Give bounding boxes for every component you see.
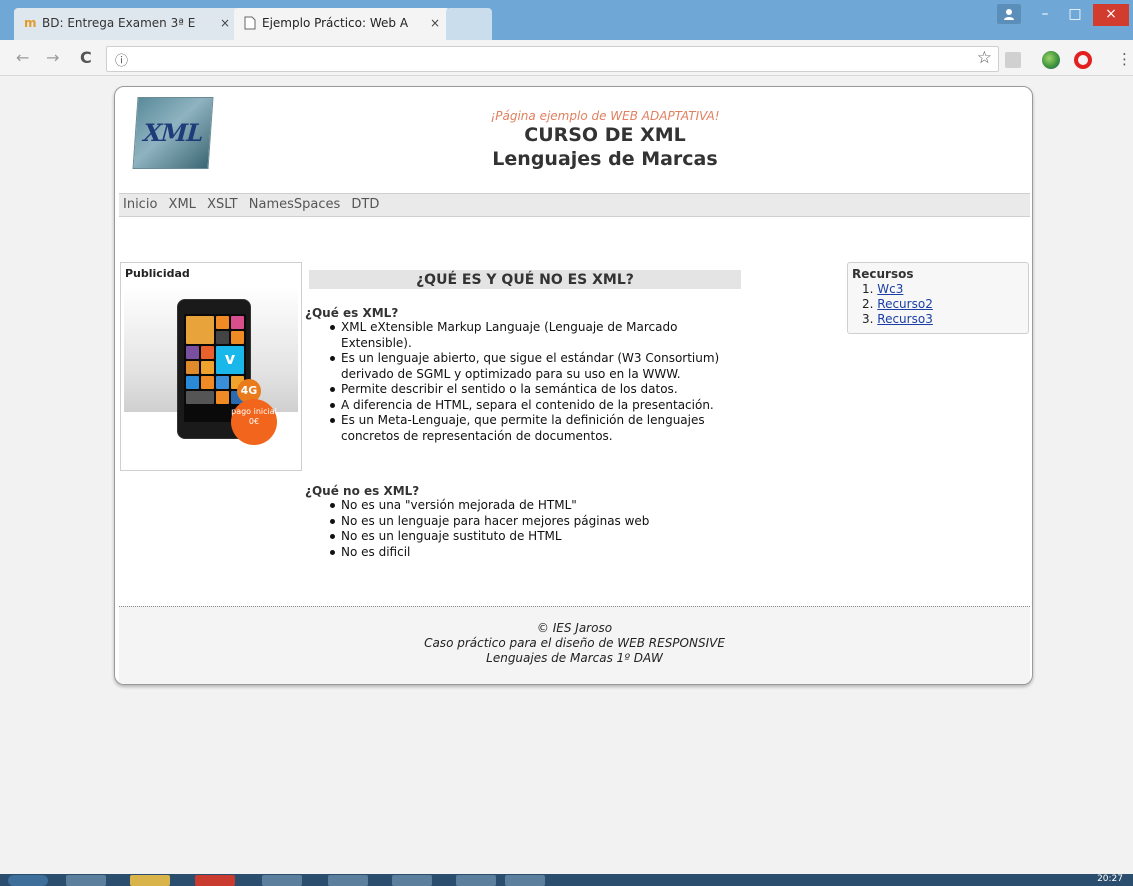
browser-menu-icon[interactable]: ⋮ xyxy=(1117,50,1132,68)
browser-titlebar: m BD: Entrega Examen 3ª E × Ejemplo Prác… xyxy=(0,0,1133,40)
phone-tile xyxy=(201,346,214,359)
section-heading-que-es: ¿Qué es XML? xyxy=(305,306,399,320)
taskbar-app-ie[interactable] xyxy=(66,875,106,886)
footer-line: Lenguajes de Marcas 1º DAW xyxy=(486,651,663,665)
resource-link-wc3[interactable]: Wc3 xyxy=(877,282,903,296)
phone-tile xyxy=(186,376,199,389)
footer-line: Caso práctico para el diseño de WEB RESP… xyxy=(424,636,725,650)
phone-tile xyxy=(201,361,214,374)
resource-link-recurso3[interactable]: Recurso3 xyxy=(877,312,933,326)
ad-title: Publicidad xyxy=(125,267,190,280)
reload-button[interactable]: C xyxy=(80,48,92,68)
phone-tile xyxy=(231,331,244,344)
phone-tile xyxy=(216,331,229,344)
taskbar-app-explorer[interactable] xyxy=(130,875,170,886)
taskbar-app[interactable] xyxy=(505,875,545,886)
taskbar-app[interactable] xyxy=(392,875,432,886)
phone-tile xyxy=(186,361,199,374)
phone-tile xyxy=(186,316,214,344)
pdf-extension-icon[interactable] xyxy=(1005,52,1021,68)
list-item: A diferencia de HTML, separa el contenid… xyxy=(329,398,739,414)
globe-extension-icon[interactable] xyxy=(1042,51,1060,69)
resource-number: 1. xyxy=(862,282,874,296)
main-menu: Inicio XML XSLT NamesSpaces DTD xyxy=(119,193,1030,217)
ad-box: Publicidad v 4G pago inicial 0€ xyxy=(120,262,302,471)
footer-line: © IES Jaroso xyxy=(536,621,613,635)
close-window-button[interactable]: × xyxy=(1093,4,1129,26)
phone-tile xyxy=(186,391,214,404)
new-tab-button[interactable] xyxy=(446,8,492,40)
address-bar[interactable]: ⓘ ☆ xyxy=(106,46,999,72)
resource-number: 2. xyxy=(862,297,874,311)
start-button[interactable] xyxy=(8,875,48,886)
info-icon[interactable]: ⓘ xyxy=(115,50,128,69)
site-container: XML ¡Página ejemplo de WEB ADAPTATIVA! C… xyxy=(114,86,1033,685)
tab-title: Ejemplo Práctico: Web A xyxy=(262,16,409,30)
tab-ejemplo-practico[interactable]: Ejemplo Práctico: Web A × xyxy=(234,8,450,40)
phone-tile xyxy=(216,391,229,404)
content-title: ¿QUÉ ES Y QUÉ NO ES XML? xyxy=(309,270,741,289)
que-no-es-list: No es una "versión mejorada de HTML" No … xyxy=(329,498,739,560)
xml-logo: XML xyxy=(132,97,214,169)
list-item: Permite describir el sentido o la semánt… xyxy=(329,382,739,398)
menu-item-xslt[interactable]: XSLT xyxy=(207,197,238,212)
price-badge: pago inicial 0€ xyxy=(231,399,277,445)
list-item: Es un lenguaje abierto, que sigue el est… xyxy=(329,351,739,382)
tab-bd-entrega[interactable]: m BD: Entrega Examen 3ª E × xyxy=(14,8,240,40)
menu-item-namesspaces[interactable]: NamesSpaces xyxy=(249,197,341,212)
site-footer: © IES Jaroso Caso práctico para el diseñ… xyxy=(119,606,1030,684)
maximize-button[interactable]: □ xyxy=(1060,4,1090,26)
resource-item: 2. Recurso2 xyxy=(862,297,933,312)
page-title: CURSO DE XML xyxy=(524,124,686,146)
user-icon[interactable] xyxy=(997,4,1021,24)
list-item: No es un lenguaje sustituto de HTML xyxy=(329,529,739,545)
windows-taskbar: 20:27 xyxy=(0,874,1133,886)
resource-item: 1. Wc3 xyxy=(862,282,903,297)
taskbar-app[interactable] xyxy=(456,875,496,886)
phone-tile xyxy=(216,376,229,389)
page-icon xyxy=(244,16,258,30)
list-item: No es dificil xyxy=(329,545,739,561)
taskbar-clock: 20:27 xyxy=(1097,874,1123,884)
phone-tile xyxy=(216,316,229,329)
taskbar-app-chrome[interactable] xyxy=(195,875,235,886)
que-es-list: XML eXtensible Markup Languaje (Lenguaje… xyxy=(329,320,739,444)
minimize-button[interactable]: – xyxy=(1030,4,1060,26)
tab-title: BD: Entrega Examen 3ª E xyxy=(42,16,196,30)
moodle-icon: m xyxy=(24,16,37,30)
forward-button[interactable]: → xyxy=(46,48,59,68)
resource-item: 3. Recurso3 xyxy=(862,312,933,327)
page-subtitle: Lenguajes de Marcas xyxy=(492,148,718,170)
resources-box: Recursos 1. Wc3 2. Recurso2 3. Recurso3 xyxy=(847,262,1029,334)
opera-icon[interactable] xyxy=(1074,51,1092,69)
back-button[interactable]: ← xyxy=(16,48,29,68)
list-item: No es un lenguaje para hacer mejores pág… xyxy=(329,514,739,530)
close-icon[interactable]: × xyxy=(220,8,230,38)
section-heading-que-no-es: ¿Qué no es XML? xyxy=(305,484,420,498)
resources-title: Recursos xyxy=(852,267,914,281)
header-tagline: ¡Página ejemplo de WEB ADAPTATIVA! xyxy=(490,109,720,123)
resource-number: 3. xyxy=(862,312,874,326)
list-item: XML eXtensible Markup Languaje (Lenguaje… xyxy=(329,320,739,351)
list-item: No es una "versión mejorada de HTML" xyxy=(329,498,739,514)
list-item: Es un Meta-Lenguaje, que permite la defi… xyxy=(329,413,739,444)
taskbar-app[interactable] xyxy=(262,875,302,886)
close-icon[interactable]: × xyxy=(430,8,440,38)
resource-link-recurso2[interactable]: Recurso2 xyxy=(877,297,933,311)
phone-tile: v xyxy=(216,346,244,374)
bookmark-star-icon[interactable]: ☆ xyxy=(977,48,992,68)
site-header: ¡Página ejemplo de WEB ADAPTATIVA! CURSO… xyxy=(375,109,835,171)
menu-item-xml[interactable]: XML xyxy=(169,197,196,212)
menu-item-dtd[interactable]: DTD xyxy=(351,197,379,212)
menu-item-inicio[interactable]: Inicio xyxy=(123,197,157,212)
phone-tile xyxy=(186,346,199,359)
taskbar-app[interactable] xyxy=(328,875,368,886)
phone-tile xyxy=(231,316,244,329)
phone-tile xyxy=(201,376,214,389)
